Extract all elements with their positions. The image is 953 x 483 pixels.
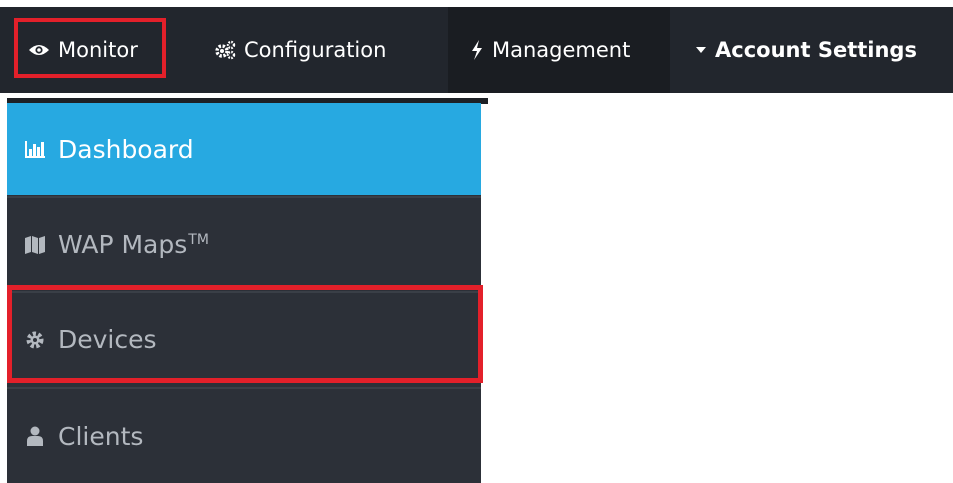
wap-maps-text: WAP Maps xyxy=(58,230,188,259)
cogs-icon xyxy=(214,40,236,60)
sidebar-item-wap-maps[interactable]: WAP MapsTM xyxy=(7,198,481,291)
caret-down-icon xyxy=(695,46,707,54)
nav-management-label: Management xyxy=(492,38,631,62)
user-icon xyxy=(24,426,46,446)
map-icon xyxy=(24,235,46,255)
sidebar-item-dashboard-label: Dashboard xyxy=(58,134,194,164)
sidebar-item-wap-maps-label: WAP MapsTM xyxy=(58,230,209,259)
sidebar-item-clients[interactable]: Clients xyxy=(7,389,481,483)
sidebar-item-dashboard[interactable]: Dashboard xyxy=(7,103,481,195)
nav-management[interactable]: Management xyxy=(448,7,670,93)
trademark-suffix: TM xyxy=(188,231,209,248)
nav-configuration-label: Configuration xyxy=(244,38,387,62)
nav-account-settings[interactable]: Account Settings xyxy=(695,7,917,93)
sidebar-item-clients-label: Clients xyxy=(58,421,144,451)
nav-account-settings-label: Account Settings xyxy=(715,38,917,62)
bolt-icon xyxy=(470,40,484,60)
nav-configuration[interactable]: Configuration xyxy=(214,7,386,93)
monitor-highlight-box xyxy=(14,18,166,78)
devices-highlight-box xyxy=(7,285,483,383)
bar-chart-icon xyxy=(24,139,46,159)
